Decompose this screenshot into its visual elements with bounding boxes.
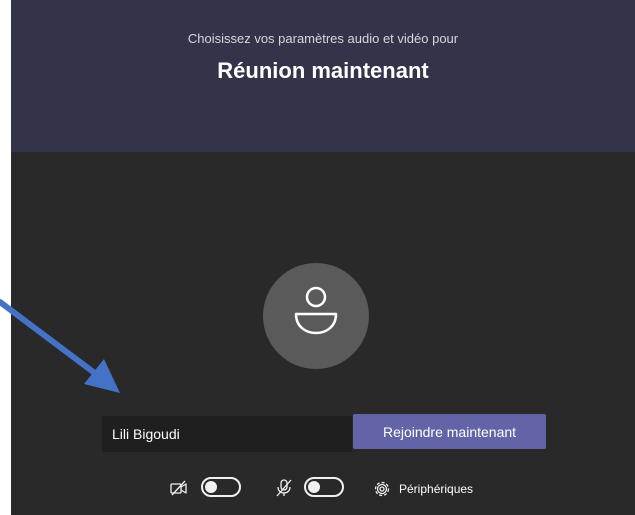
annotation-arrow — [0, 299, 120, 393]
